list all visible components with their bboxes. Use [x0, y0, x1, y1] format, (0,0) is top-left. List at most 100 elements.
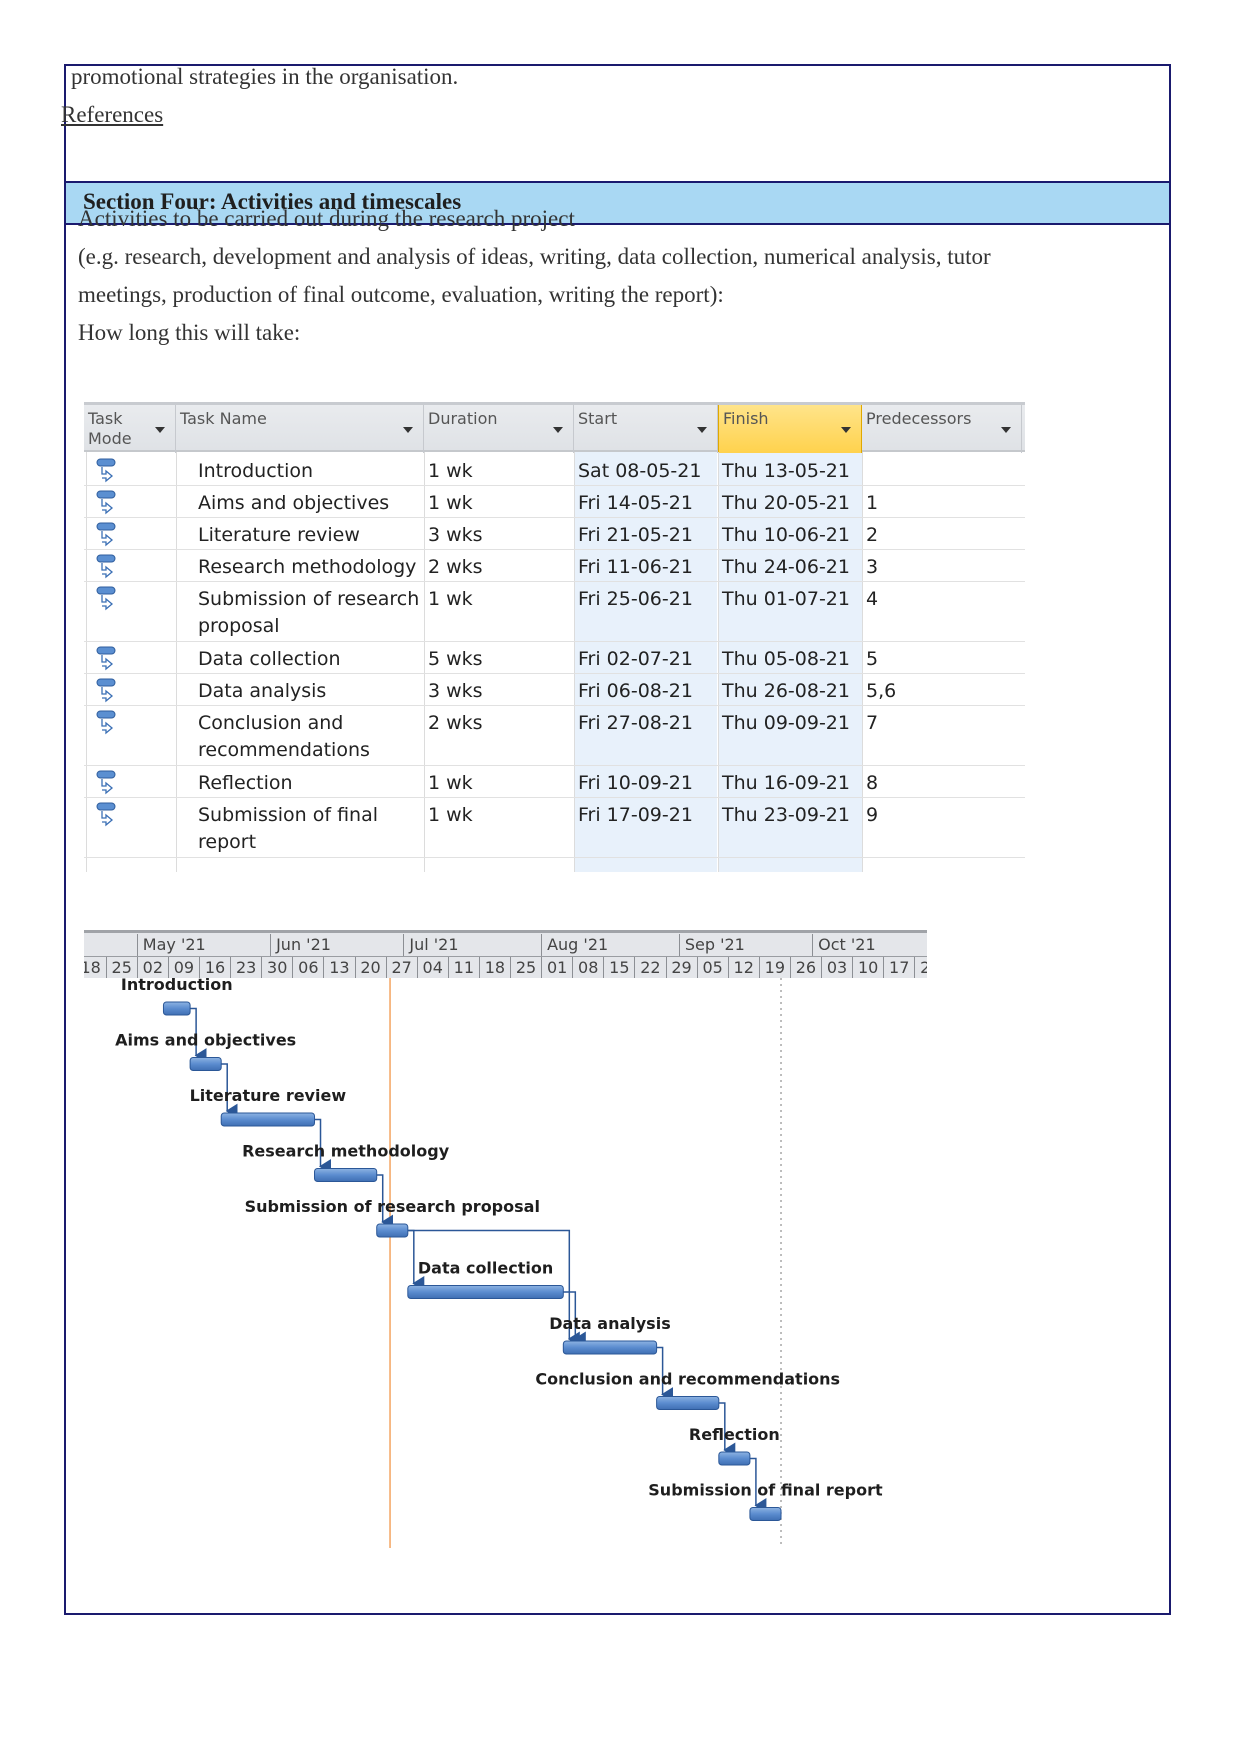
- start-date-cell[interactable]: Fri 21-05-21: [578, 522, 693, 549]
- finish-date-cell[interactable]: Thu 13-05-21: [722, 458, 850, 485]
- task-name-cell[interactable]: Data analysis: [198, 678, 423, 705]
- project-task-table: Task Mode Task Name Duration Start Finis…: [84, 402, 1025, 872]
- dropdown-caret-icon[interactable]: [1001, 427, 1011, 433]
- start-date-cell[interactable]: Fri 27-08-21: [578, 710, 693, 737]
- header-task-mode-label-1: Task: [88, 409, 123, 428]
- predecessors-cell[interactable]: 3: [866, 554, 878, 581]
- table-row[interactable]: Data analysis 3 wks Fri 06-08-21 Thu 26-08-…: [84, 674, 1025, 706]
- predecessors-cell[interactable]: 1: [866, 490, 878, 517]
- predecessors-cell[interactable]: 2: [866, 522, 878, 549]
- duration-cell[interactable]: 1 wk: [428, 586, 473, 613]
- finish-date-cell[interactable]: Thu 05-08-21: [722, 646, 850, 673]
- task-name-cell[interactable]: Conclusion and recommendations: [198, 710, 423, 764]
- gantt-bar-label: Conclusion and recommendations: [535, 1370, 840, 1389]
- start-date-cell[interactable]: Fri 11-06-21: [578, 554, 693, 581]
- paragraph-duration: How long this will take:: [78, 320, 301, 345]
- table-row[interactable]: Reflection 1 wk Fri 10-09-21 Thu 16-09-21 8: [84, 766, 1025, 798]
- duration-cell[interactable]: 5 wks: [428, 646, 483, 673]
- auto-scheduled-task-icon: [96, 458, 116, 483]
- gantt-bar[interactable]: [749, 1507, 782, 1521]
- task-name-cell[interactable]: Research methodology: [198, 554, 423, 581]
- header-finish[interactable]: Finish: [718, 405, 862, 453]
- gantt-canvas: Introduction Aims and objectives Literatur…: [115, 975, 883, 1548]
- table-row[interactable]: Aims and objectives 1 wk Fri 14-05-21 Thu 2…: [84, 486, 1025, 518]
- dropdown-caret-icon[interactable]: [841, 427, 851, 433]
- gantt-bar[interactable]: [376, 1223, 409, 1238]
- duration-cell[interactable]: 3 wks: [428, 522, 483, 549]
- references-link[interactable]: References: [61, 102, 163, 128]
- header-task-mode[interactable]: Task Mode: [84, 405, 176, 453]
- finish-date-cell[interactable]: Thu 20-05-21: [722, 490, 850, 517]
- header-task-name[interactable]: Task Name: [176, 405, 424, 453]
- finish-date-cell[interactable]: Thu 26-08-21: [722, 678, 850, 705]
- dropdown-caret-icon[interactable]: [155, 427, 165, 433]
- task-name-cell[interactable]: Submission of final report: [198, 802, 423, 856]
- table-row[interactable]: Introduction 1 wk Sat 08-05-21 Thu 13-05-21: [84, 454, 1025, 486]
- start-date-cell[interactable]: Fri 02-07-21: [578, 646, 693, 673]
- task-name-cell[interactable]: Introduction: [198, 458, 423, 485]
- finish-date-cell[interactable]: Thu 09-09-21: [722, 710, 850, 737]
- table-row[interactable]: Research methodology 2 wks Fri 11-06-21 Thu…: [84, 550, 1025, 582]
- task-name-cell[interactable]: Reflection: [198, 770, 423, 797]
- finish-date-cell[interactable]: Thu 24-06-21: [722, 554, 850, 581]
- duration-cell[interactable]: 1 wk: [428, 490, 473, 517]
- table-row[interactable]: Submission of research proposal 1 wk Fri 2…: [84, 582, 1025, 642]
- task-name-cell[interactable]: Submission of research proposal: [198, 586, 423, 640]
- paragraph-examples-cont: meetings, production of final outcome, e…: [78, 282, 724, 307]
- auto-scheduled-task-icon: [96, 586, 116, 611]
- predecessors-cell[interactable]: 5,6: [866, 678, 896, 705]
- start-date-cell[interactable]: Fri 17-09-21: [578, 802, 693, 829]
- gantt-bar-label: Introduction: [121, 975, 233, 994]
- predecessors-cell[interactable]: 5: [866, 646, 878, 673]
- header-duration-label: Duration: [428, 409, 498, 428]
- dropdown-caret-icon[interactable]: [553, 427, 563, 433]
- duration-cell[interactable]: 1 wk: [428, 458, 473, 485]
- auto-scheduled-task-icon: [96, 646, 116, 671]
- finish-date-cell[interactable]: Thu 10-06-21: [722, 522, 850, 549]
- gantt-bar-label: Research methodology: [242, 1142, 450, 1161]
- finish-date-cell[interactable]: Thu 01-07-21: [722, 586, 850, 613]
- gantt-bar-label: Literature review: [190, 1086, 347, 1105]
- duration-cell[interactable]: 3 wks: [428, 678, 483, 705]
- start-date-cell[interactable]: Fri 06-08-21: [578, 678, 693, 705]
- dropdown-caret-icon[interactable]: [697, 427, 707, 433]
- predecessors-cell[interactable]: 8: [866, 770, 878, 797]
- gantt-bar[interactable]: [562, 1340, 658, 1355]
- task-name-cell[interactable]: Data collection: [198, 646, 423, 673]
- task-name-cell[interactable]: Aims and objectives: [198, 490, 423, 517]
- table-header: Task Mode Task Name Duration Start Finis…: [84, 402, 1025, 453]
- start-date-cell[interactable]: Fri 10-09-21: [578, 770, 693, 797]
- header-predecessors-label: Predecessors: [866, 409, 972, 428]
- gantt-bar-label: Aims and objectives: [115, 1031, 296, 1050]
- gantt-bar[interactable]: [162, 1001, 191, 1016]
- task-name-cell[interactable]: Literature review: [198, 522, 423, 549]
- header-start-label: Start: [578, 409, 618, 428]
- header-predecessors[interactable]: Predecessors: [862, 405, 1022, 453]
- table-row[interactable]: Submission of final report 1 wk Fri 17-09-…: [84, 798, 1025, 858]
- gantt-bar[interactable]: [314, 1168, 378, 1182]
- finish-date-cell[interactable]: Thu 16-09-21: [722, 770, 850, 797]
- header-start[interactable]: Start: [574, 405, 718, 453]
- table-row[interactable]: Data collection 5 wks Fri 02-07-21 Thu 05-0…: [84, 642, 1025, 674]
- duration-cell[interactable]: 2 wks: [428, 710, 483, 737]
- header-task-name-label: Task Name: [180, 409, 267, 428]
- table-row[interactable]: Conclusion and recommendations 2 wks Fri 2…: [84, 706, 1025, 766]
- gantt-bar[interactable]: [189, 1057, 222, 1071]
- start-date-cell[interactable]: Fri 14-05-21: [578, 490, 693, 517]
- predecessors-cell[interactable]: 7: [866, 710, 878, 737]
- header-duration[interactable]: Duration: [424, 405, 574, 453]
- table-row[interactable]: Literature review 3 wks Fri 21-05-21 Thu 10…: [84, 518, 1025, 550]
- gantt-bar[interactable]: [656, 1396, 720, 1410]
- start-date-cell[interactable]: Sat 08-05-21: [578, 458, 701, 485]
- predecessors-cell[interactable]: 4: [866, 586, 878, 613]
- duration-cell[interactable]: 1 wk: [428, 802, 473, 829]
- duration-cell[interactable]: 1 wk: [428, 770, 473, 797]
- gantt-bar[interactable]: [407, 1285, 564, 1299]
- finish-date-cell[interactable]: Thu 23-09-21: [722, 802, 850, 829]
- gantt-bar[interactable]: [220, 1112, 316, 1127]
- dropdown-caret-icon[interactable]: [403, 427, 413, 433]
- start-date-cell[interactable]: Fri 25-06-21: [578, 586, 693, 613]
- duration-cell[interactable]: 2 wks: [428, 554, 483, 581]
- gantt-bar[interactable]: [718, 1451, 751, 1466]
- predecessors-cell[interactable]: 9: [866, 802, 878, 829]
